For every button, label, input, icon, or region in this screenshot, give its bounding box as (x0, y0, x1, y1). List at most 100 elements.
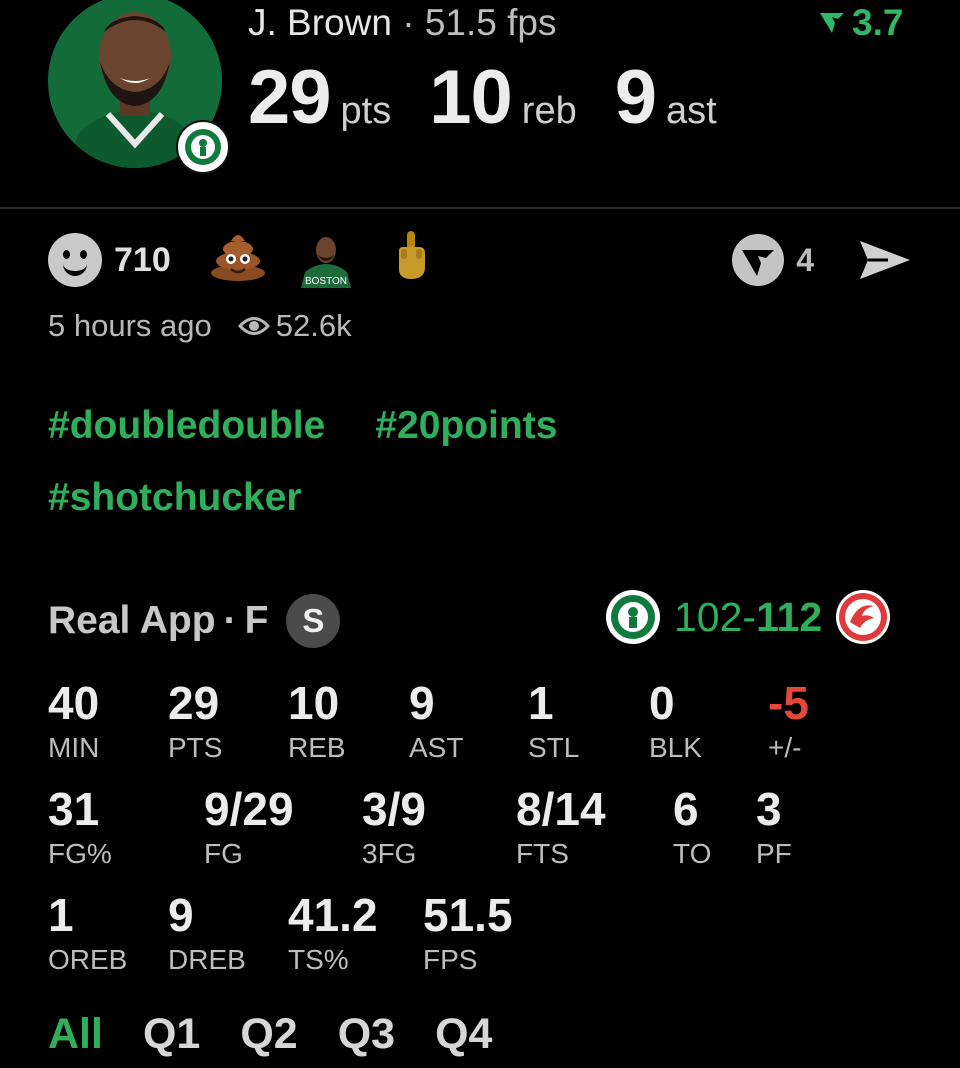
headline-pts-unit: pts (340, 90, 392, 132)
stat-label: STL (528, 732, 580, 763)
stat-label: PF (756, 838, 792, 869)
add-reaction-smiley-icon[interactable] (48, 233, 102, 287)
share-count: 4 (796, 241, 814, 278)
player-emoji-reaction[interactable]: BOSTON (297, 232, 355, 288)
stat-value: 9 (168, 889, 194, 941)
stat-fg: 9/29 FG (204, 786, 294, 868)
tab-all[interactable]: All (48, 1010, 103, 1059)
time-ago: 5 hours ago (48, 308, 212, 343)
stat-dreb: 9 DREB (168, 892, 246, 974)
stat-value: 0 (649, 677, 675, 729)
stat-value: 1 (528, 677, 554, 729)
boost-indicator[interactable]: 3.7 (818, 2, 903, 44)
headline-ast-unit: ast (666, 90, 717, 132)
stat-value: 6 (673, 783, 699, 835)
stat-value: 9/29 (204, 783, 294, 835)
stat-value: 1 (48, 889, 74, 941)
stat-ast: 9 AST (409, 680, 463, 762)
tab-q4[interactable]: Q4 (435, 1010, 492, 1059)
headline-stats: 29 pts 10 reb 9 ast (248, 54, 755, 141)
stat-value: 41.2 (288, 889, 378, 941)
stat-label: REB (288, 732, 346, 763)
headline-reb-value: 10 (429, 55, 513, 140)
stat-reb: 10 REB (288, 680, 346, 762)
stat-fts: 8/14 FTS (516, 786, 606, 868)
hawks-logo-icon (836, 590, 891, 644)
stat-label: MIN (48, 732, 100, 763)
stat-label: TO (673, 838, 712, 869)
stat-label: FG% (48, 838, 112, 869)
stat-stl: 1 STL (528, 680, 579, 762)
boost-value: 3.7 (852, 2, 904, 43)
separator-dot: · (223, 599, 237, 642)
stat-value: 40 (48, 677, 100, 729)
stat-value: 8/14 (516, 783, 606, 835)
fps-value: 51.5 fps (424, 2, 557, 43)
stat-value: 29 (168, 677, 220, 729)
tab-q3[interactable]: Q3 (338, 1010, 395, 1059)
home-score: 102 (674, 593, 743, 640)
eye-icon (237, 317, 270, 335)
game-status: F (244, 599, 269, 642)
stats-source: Real App (48, 599, 216, 642)
stat-label: FG (204, 838, 243, 869)
share-actions: 4 (730, 232, 912, 288)
stat-value: 9 (409, 677, 435, 729)
tab-q2[interactable]: Q2 (240, 1010, 297, 1059)
stat-label: +/- (768, 732, 802, 763)
stat-value: 31 (48, 783, 100, 835)
stat-label: OREB (48, 944, 128, 975)
player-name-line: J. Brown · 51.5 fps (248, 2, 556, 44)
send-icon[interactable] (858, 237, 912, 283)
game-header: Real App · F S (48, 594, 341, 648)
hashtag-list: #doubledouble #20points #shotchucker (48, 404, 748, 520)
stat-label: FTS (516, 838, 569, 869)
celtics-logo-icon (606, 590, 660, 644)
player-name[interactable]: J. Brown (248, 2, 392, 43)
svg-text:BOSTON: BOSTON (305, 276, 347, 287)
tab-q1[interactable]: Q1 (143, 1010, 200, 1059)
stat-fg-pct: 31 FG% (48, 786, 112, 868)
reaction-count[interactable]: 710 (114, 241, 171, 280)
stat-label: BLK (649, 732, 702, 763)
starter-badge: S (286, 594, 341, 648)
stat-value: 3/9 (362, 783, 426, 835)
stat-fps: 51.5 FPS (423, 892, 513, 974)
middle-finger-emoji-reaction[interactable] (391, 229, 431, 292)
quarter-tabs: All Q1 Q2 Q3 Q4 (48, 1010, 492, 1059)
stat-value: 10 (288, 677, 340, 729)
headline-pts-value: 29 (248, 55, 332, 140)
hashtag-link[interactable]: #shotchucker (48, 476, 302, 520)
stat-min: 40 MIN (48, 680, 99, 762)
game-score[interactable]: 102 - 112 (606, 590, 891, 644)
headline-ast-value: 9 (614, 55, 657, 140)
stat-pf: 3 PF (756, 786, 792, 868)
celtics-logo-badge (176, 120, 230, 174)
headline-reb-unit: reb (521, 90, 577, 132)
stat-label: 3FG (362, 838, 417, 869)
stat-ts-pct: 41.2 TS% (288, 892, 378, 974)
hashtag-link[interactable]: #doubledouble (48, 404, 325, 448)
poop-emoji-reaction[interactable] (209, 229, 267, 292)
stat-label: PTS (168, 732, 223, 763)
boost-arrow-icon (820, 13, 844, 33)
stat-value: 51.5 (423, 889, 513, 941)
separator-dot: · (402, 2, 415, 43)
stat-pts: 29 PTS (168, 680, 222, 762)
stat-label: DREB (168, 944, 246, 975)
stat-3fg: 3/9 3FG (362, 786, 426, 868)
stat-blk: 0 BLK (649, 680, 702, 762)
divider (0, 207, 960, 209)
view-count: 52.6k (237, 308, 352, 344)
away-score: 112 (756, 593, 823, 640)
stat-oreb: 1 OREB (48, 892, 127, 974)
score-dash: - (742, 593, 757, 640)
stat-label: AST (409, 732, 464, 763)
post-meta: 5 hours ago 52.6k (48, 308, 352, 344)
stat-plus-minus: -5 +/- (768, 680, 809, 762)
reaction-bar: 710 BOSTON (48, 230, 431, 288)
stat-value: -5 (768, 677, 809, 729)
hashtag-link[interactable]: #20points (375, 404, 557, 448)
stat-value: 3 (756, 783, 782, 835)
vertical-logo-icon[interactable] (730, 232, 786, 288)
